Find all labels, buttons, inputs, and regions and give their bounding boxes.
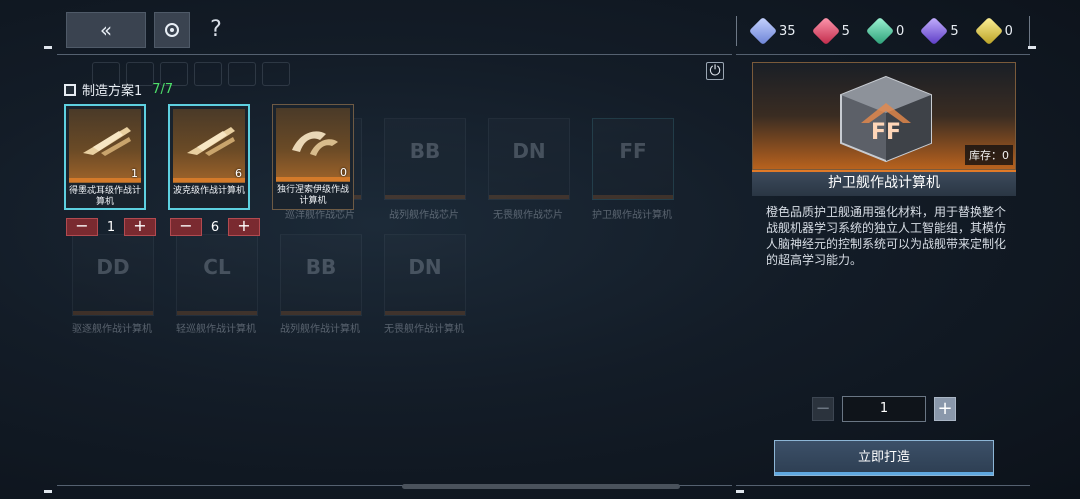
item-name: 得墨忒耳级作战计算机 [68,186,141,207]
blue-crystal-icon [748,16,778,46]
plan-label: 制造方案1 [82,84,143,99]
currency-gold: 0 [974,16,1013,46]
category-tab[interactable] [194,62,222,86]
decrease-button[interactable]: − [170,218,202,236]
currency-green: 0 [865,16,904,46]
ghost-item: DN [488,118,570,200]
ghost-item: DN [384,234,466,316]
item-stepper: − 6 + [170,218,260,236]
decrease-button[interactable]: − [66,218,98,236]
red-crystal-icon [811,16,840,46]
quantity-increase-button[interactable]: + [934,397,956,421]
item-count: 6 [235,167,242,180]
detail-image: FF 库存：0 [752,62,1016,170]
help-icon[interactable]: ? [202,14,230,44]
plan-count: 7/7 [152,82,174,97]
warship-icon [292,131,338,156]
frame-corner-tick [736,490,744,493]
ghost-item-label: 无畏舰作战计算机 [384,324,464,335]
frame-corner-tick [1028,46,1036,49]
power-icon[interactable]: ⏻ [706,62,724,80]
increase-button[interactable]: + [124,218,156,236]
item-stepper: − 1 + [66,218,156,236]
quantity-input[interactable]: 1 [842,396,926,422]
forge-now-button[interactable]: 立即打造 [774,440,994,476]
category-tab[interactable] [228,62,256,86]
currency-blue: 35 [748,16,796,46]
ghost-item: DD [72,234,154,316]
frame-corner-tick [44,46,52,49]
ghost-item-label: 无畏舰作战芯片 [493,210,563,221]
plan-selector[interactable]: 制造方案1 7/7 [64,80,173,99]
currency-bar: 35 5 0 5 0 [736,16,1030,46]
ghost-item: FF [592,118,674,200]
frame-corner-tick [44,490,52,493]
refresh-button[interactable] [154,12,190,48]
ghost-item-label: 护卫舰作战计算机 [592,210,672,221]
stepper-value: 1 [106,219,116,235]
back-button[interactable]: « [66,12,146,48]
horizontal-scrollbar[interactable] [402,484,680,489]
ghost-item-label: 驱逐舰作战计算机 [72,324,152,335]
plan-checkbox[interactable] [64,83,76,96]
stepper-value: 6 [210,219,220,235]
category-tab[interactable] [262,62,290,86]
warship-icon [83,127,131,156]
warship-icon [187,127,235,156]
double-chevron-left-icon: « [99,18,113,42]
gold-crystal-icon [974,16,1003,46]
item-name: 波克级作战计算机 [172,186,245,196]
ghost-item-label: 战列舰作战计算机 [280,324,360,335]
ghost-item-label: 战列舰作战芯片 [389,210,459,221]
detail-description: 橙色品质护卫舰通用强化材料，用于替换整个战舰机器学习系统的独立人工智能组，其模仿… [766,205,1007,267]
ghost-item: CL [176,234,258,316]
item-card[interactable]: 6 波克级作战计算机 [168,104,250,210]
currency-red: 5 [811,16,850,46]
item-card[interactable]: 1 得墨忒耳级作战计算机 [64,104,146,210]
svg-text:FF: FF [871,120,901,145]
detail-title: 护卫舰作战计算机 [752,170,1016,196]
currency-purple: 5 [920,16,959,46]
quantity-decrease-button[interactable]: − [812,397,834,421]
item-image [276,108,350,182]
item-count: 1 [131,167,138,180]
ghost-item: BB [384,118,466,200]
computer-cube-icon: FF [840,75,932,163]
item-name: 独行涅索伊级作战计算机 [276,185,349,206]
stock-label: 库存：0 [965,145,1013,165]
item-count: 0 [340,166,347,179]
ghost-item: BB [280,234,362,316]
green-crystal-icon [865,16,895,46]
item-card[interactable]: 0 独行涅索伊级作战计算机 [272,104,354,210]
increase-button[interactable]: + [228,218,260,236]
ghost-item-label: 轻巡舰作战计算机 [176,324,256,335]
refresh-icon [165,23,179,37]
purple-crystal-icon [920,16,949,46]
